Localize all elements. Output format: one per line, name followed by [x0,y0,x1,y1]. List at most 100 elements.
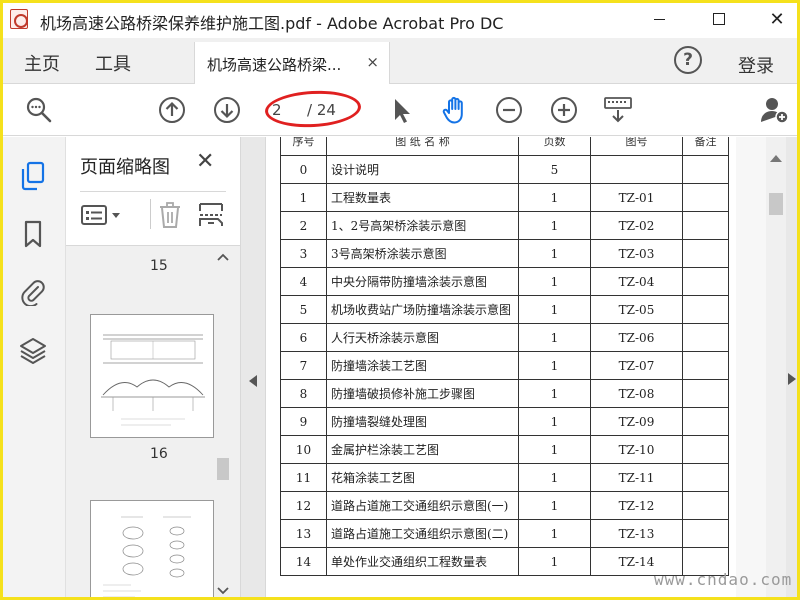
scroll-up-icon[interactable] [770,155,782,162]
col-header-no: 序号 [280,137,327,156]
window-title: 机场高速公路桥梁保养维护施工图.pdf - Adobe Acrobat Pro … [40,14,504,33]
cell-no: 9 [280,407,327,436]
cell-count: 1 [518,351,591,380]
page-thumbnails-icon [21,161,45,191]
hand-tool-button[interactable] [440,95,470,125]
expand-right-icon[interactable] [788,373,796,385]
tab-home[interactable]: 主页 [24,50,60,76]
collapse-left-icon[interactable] [249,375,257,387]
panel-collapse-strip[interactable] [240,137,266,600]
select-tool-button[interactable] [386,95,416,125]
cell-no: 2 [280,211,327,240]
thumbnail-options-button[interactable] [80,199,124,231]
document-tab-label: 机场高速公路桥梁... [207,56,342,74]
cell-count: 5 [518,155,591,184]
bookmarks-button[interactable] [18,219,48,249]
table-row: 0 设计说明 5 [280,155,729,184]
thumbnail-page-16[interactable] [90,314,214,438]
cell-no: 13 [280,519,327,548]
cell-count: 1 [518,211,591,240]
share-user-button[interactable] [760,95,790,125]
cell-count: 1 [518,267,591,296]
cell-count: 1 [518,379,591,408]
cell-name: 人行天桥涂装示意图 [326,323,519,352]
hand-icon [442,96,463,124]
document-view[interactable]: 序号 图 纸 名 称 页数 图号 备注 0 设计说明 5 1 工程数量表 1 T… [266,137,766,600]
document-scroll-knob[interactable] [769,193,783,215]
thumbnail-scrollbar[interactable] [214,246,232,600]
minus-circle-icon [496,97,522,123]
tab-tools[interactable]: 工具 [95,50,131,76]
chevron-up-icon[interactable] [214,250,232,264]
title-bar: 机场高速公路桥梁保养维护施工图.pdf - Adobe Acrobat Pro … [0,0,800,38]
col-header-name: 图 纸 名 称 [326,137,519,156]
cell-count: 1 [518,463,591,492]
document-scrollbar[interactable] [766,137,786,600]
cell-note [682,155,729,184]
cell-count: 1 [518,407,591,436]
cell-no: 5 [280,295,327,324]
zoom-out-button[interactable] [494,95,524,125]
document-tab[interactable]: 机场高速公路桥梁... × [194,42,390,84]
table-row: 4 中央分隔带防撞墙涂装示意图 1 TZ-04 [280,267,729,296]
login-button[interactable]: 登录 [738,52,774,78]
pdf-page: 序号 图 纸 名 称 页数 图号 备注 0 设计说明 5 1 工程数量表 1 T… [266,137,736,600]
table-row: 9 防撞墙裂缝处理图 1 TZ-09 [280,407,729,436]
left-nav-rail [0,137,66,600]
col-header-note: 备注 [682,137,729,156]
table-row: 1 工程数量表 1 TZ-01 [280,183,729,212]
extract-page-button[interactable] [198,199,224,231]
cell-name: 单处作业交通组织工程数量表 [326,547,519,576]
panel-divider [80,191,226,192]
maximize-icon [713,13,725,25]
table-row: 11 花箱涂装工艺图 1 TZ-11 [280,463,729,492]
cell-note [682,519,729,548]
cell-code: TZ-11 [590,463,683,492]
cell-name: 防撞墙破损修补施工步骤图 [326,379,519,408]
keyboard-tool-button[interactable] [603,95,633,125]
cell-no: 11 [280,463,327,492]
thumbnail-page-17[interactable] [90,500,214,600]
cell-name: 工程数量表 [326,183,519,212]
minimize-button[interactable] [636,0,682,38]
cell-count: 1 [518,183,591,212]
layers-icon [20,338,46,364]
cell-no: 6 [280,323,327,352]
cell-count: 1 [518,547,591,576]
zoom-search-button[interactable] [24,95,54,125]
thumbnail-list[interactable]: 15 16 [66,245,240,600]
cell-count: 1 [518,239,591,268]
cell-code: TZ-09 [590,407,683,436]
cell-no: 7 [280,351,327,380]
chevron-down-icon[interactable] [214,584,232,598]
drawing-index-table: 序号 图 纸 名 称 页数 图号 备注 0 设计说明 5 1 工程数量表 1 T… [280,137,729,576]
cell-name: 金属护栏涂装工艺图 [326,435,519,464]
document-tab-close-icon[interactable]: × [366,53,379,71]
thumbnail-scroll-knob[interactable] [217,458,229,480]
extract-page-icon [199,203,223,226]
cell-note [682,407,729,436]
menu-row: 主页 工具 机场高速公路桥梁... × ? 登录 [0,38,800,84]
cell-name: 3号高架桥涂装示意图 [326,239,519,268]
panel-close-icon[interactable]: ✕ [196,149,214,174]
zoom-in-button[interactable] [549,95,579,125]
cell-no: 12 [280,491,327,520]
next-page-button[interactable] [212,95,242,125]
plus-circle-icon [551,97,577,123]
close-window-button[interactable]: ✕ [754,0,800,38]
help-icon[interactable]: ? [674,46,702,74]
cell-note [682,351,729,380]
col-header-count: 页数 [518,137,591,156]
layers-button[interactable] [18,335,48,365]
bookmark-icon [24,220,42,248]
cell-note [682,183,729,212]
previous-page-button[interactable] [157,95,187,125]
maximize-button[interactable] [696,0,742,38]
thumbnail-page-number: 15 [150,258,168,274]
page-thumbnails-button[interactable] [18,161,48,191]
attachments-button[interactable] [18,277,48,307]
right-panel-strip[interactable] [786,137,800,600]
cell-no: 0 [280,155,327,184]
delete-page-button[interactable] [158,199,182,231]
cell-code: TZ-06 [590,323,683,352]
